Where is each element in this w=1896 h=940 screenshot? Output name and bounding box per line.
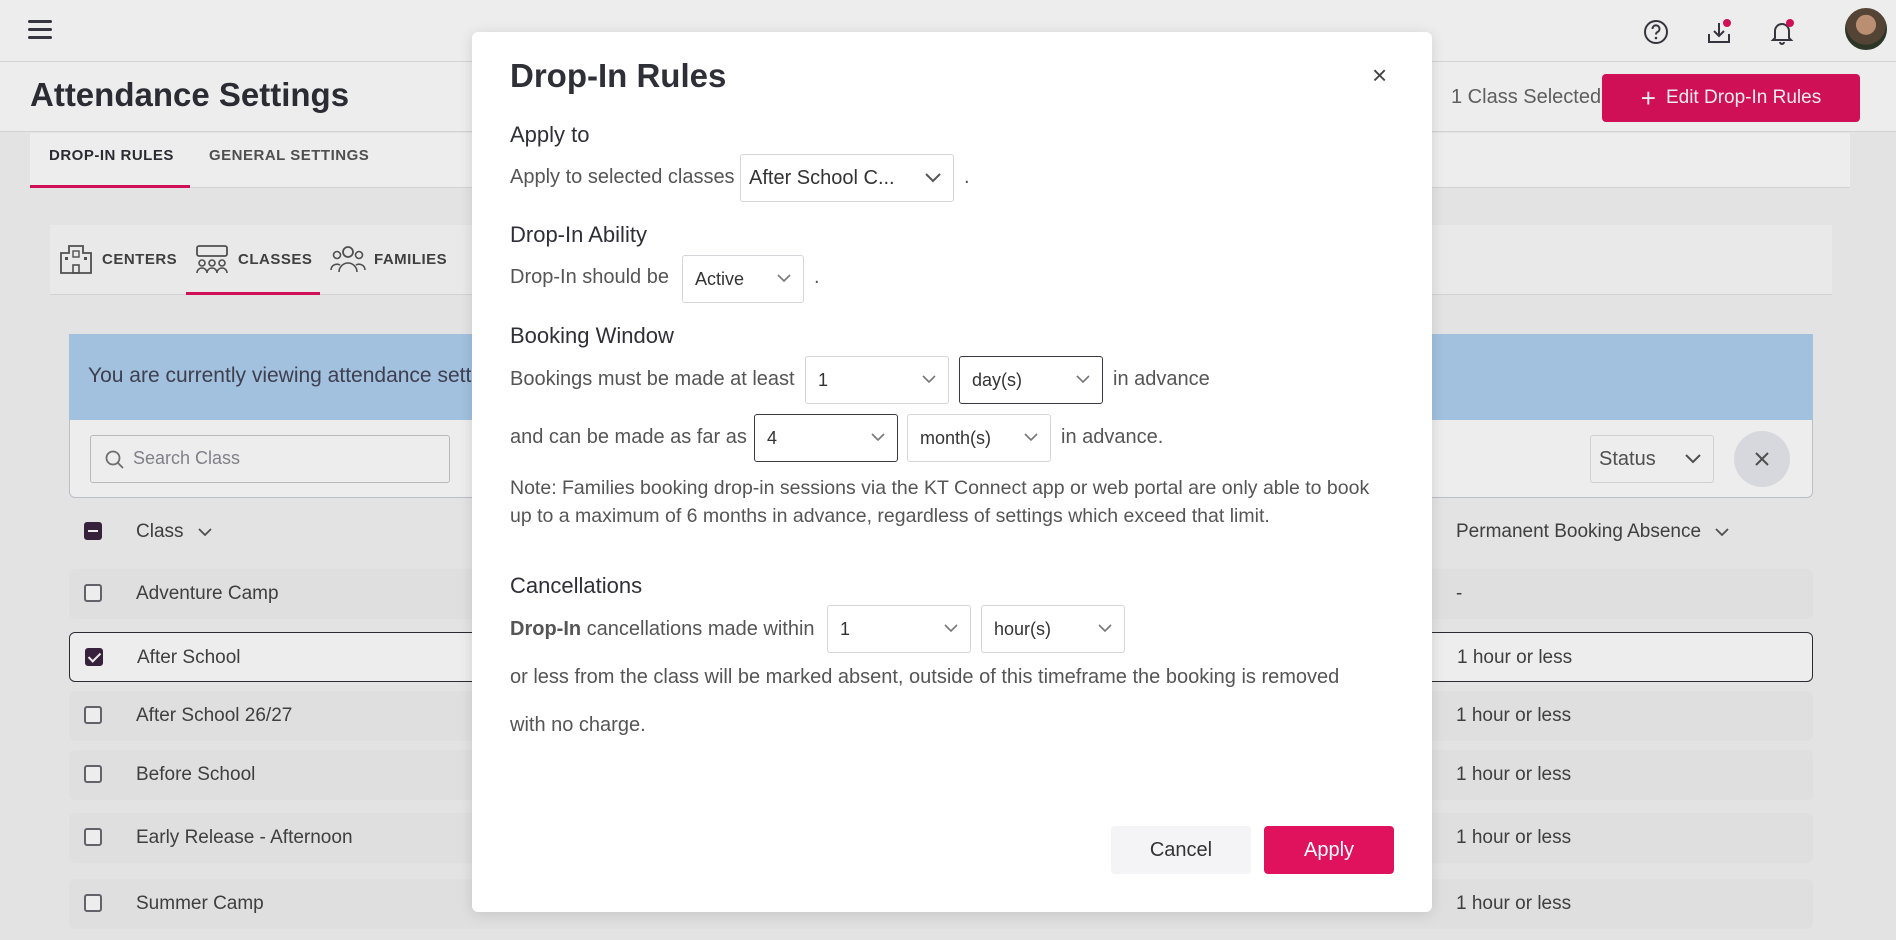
booking-max-unit: month(s) bbox=[920, 428, 992, 448]
booking-min-unit-select[interactable]: day(s) bbox=[959, 356, 1103, 404]
cancellations-line3: with no charge. bbox=[510, 714, 646, 736]
booking-max-label: and can be made as far as bbox=[510, 426, 747, 448]
drop-in-ability-label: Drop-In should be bbox=[510, 266, 669, 288]
cancellations-label-bold: Drop-In bbox=[510, 618, 582, 640]
cancellations-label-text: cancellations made within bbox=[586, 618, 815, 640]
cancellations-line2: or less from the class will be marked ab… bbox=[510, 666, 1340, 688]
booking-min-unit: day(s) bbox=[972, 370, 1023, 390]
drop-in-ability-select[interactable]: Active bbox=[682, 255, 804, 303]
booking-window-note: Note: Families booking drop-in sessions … bbox=[510, 477, 1370, 527]
cancellations-title: Cancellations bbox=[510, 573, 643, 598]
cancellation-unit: hour(s) bbox=[994, 619, 1052, 639]
close-icon[interactable]: × bbox=[1372, 62, 1387, 88]
cancellation-unit-select[interactable]: hour(s) bbox=[981, 605, 1125, 653]
cancel-button[interactable]: Cancel bbox=[1111, 826, 1251, 874]
cancellations-label: Drop-In cancellations made within bbox=[510, 618, 815, 641]
cancellation-value-select[interactable]: 1 bbox=[827, 605, 971, 653]
booking-min-value-select[interactable]: 1 bbox=[805, 356, 949, 404]
chevron-down-icon bbox=[1024, 433, 1038, 442]
chevron-down-icon bbox=[871, 433, 885, 442]
chevron-down-icon bbox=[922, 375, 936, 384]
apply-to-classes-value: After School C... bbox=[749, 167, 895, 189]
chevron-down-icon bbox=[944, 624, 958, 633]
booking-max-suffix: in advance. bbox=[1061, 426, 1164, 448]
booking-max-unit-select[interactable]: month(s) bbox=[907, 414, 1051, 462]
chevron-down-icon bbox=[1098, 624, 1112, 633]
cancellation-value: 1 bbox=[840, 619, 851, 639]
chevron-down-icon bbox=[777, 274, 791, 283]
chevron-down-icon bbox=[925, 173, 941, 183]
dialog-title: Drop-In Rules bbox=[510, 57, 727, 94]
apply-to-classes-select[interactable]: After School C... bbox=[740, 154, 954, 202]
booking-min-value: 1 bbox=[818, 370, 829, 390]
apply-button[interactable]: Apply bbox=[1264, 826, 1394, 874]
apply-to-title: Apply to bbox=[510, 122, 590, 147]
apply-to-label: Apply to selected classes bbox=[510, 166, 735, 188]
drop-in-rules-dialog: Drop-In Rules × Apply to Apply to select… bbox=[472, 32, 1432, 912]
booking-window-title: Booking Window bbox=[510, 323, 674, 348]
booking-min-label: Bookings must be made at least bbox=[510, 368, 795, 390]
drop-in-ability-value: Active bbox=[695, 269, 745, 289]
drop-in-ability-title: Drop-In Ability bbox=[510, 222, 647, 247]
booking-max-value: 4 bbox=[767, 428, 778, 448]
booking-min-suffix: in advance bbox=[1113, 368, 1210, 390]
apply-to-suffix: . bbox=[964, 166, 970, 188]
chevron-down-icon bbox=[1076, 375, 1090, 384]
drop-in-ability-suffix: . bbox=[814, 266, 820, 288]
booking-max-value-select[interactable]: 4 bbox=[754, 414, 898, 462]
